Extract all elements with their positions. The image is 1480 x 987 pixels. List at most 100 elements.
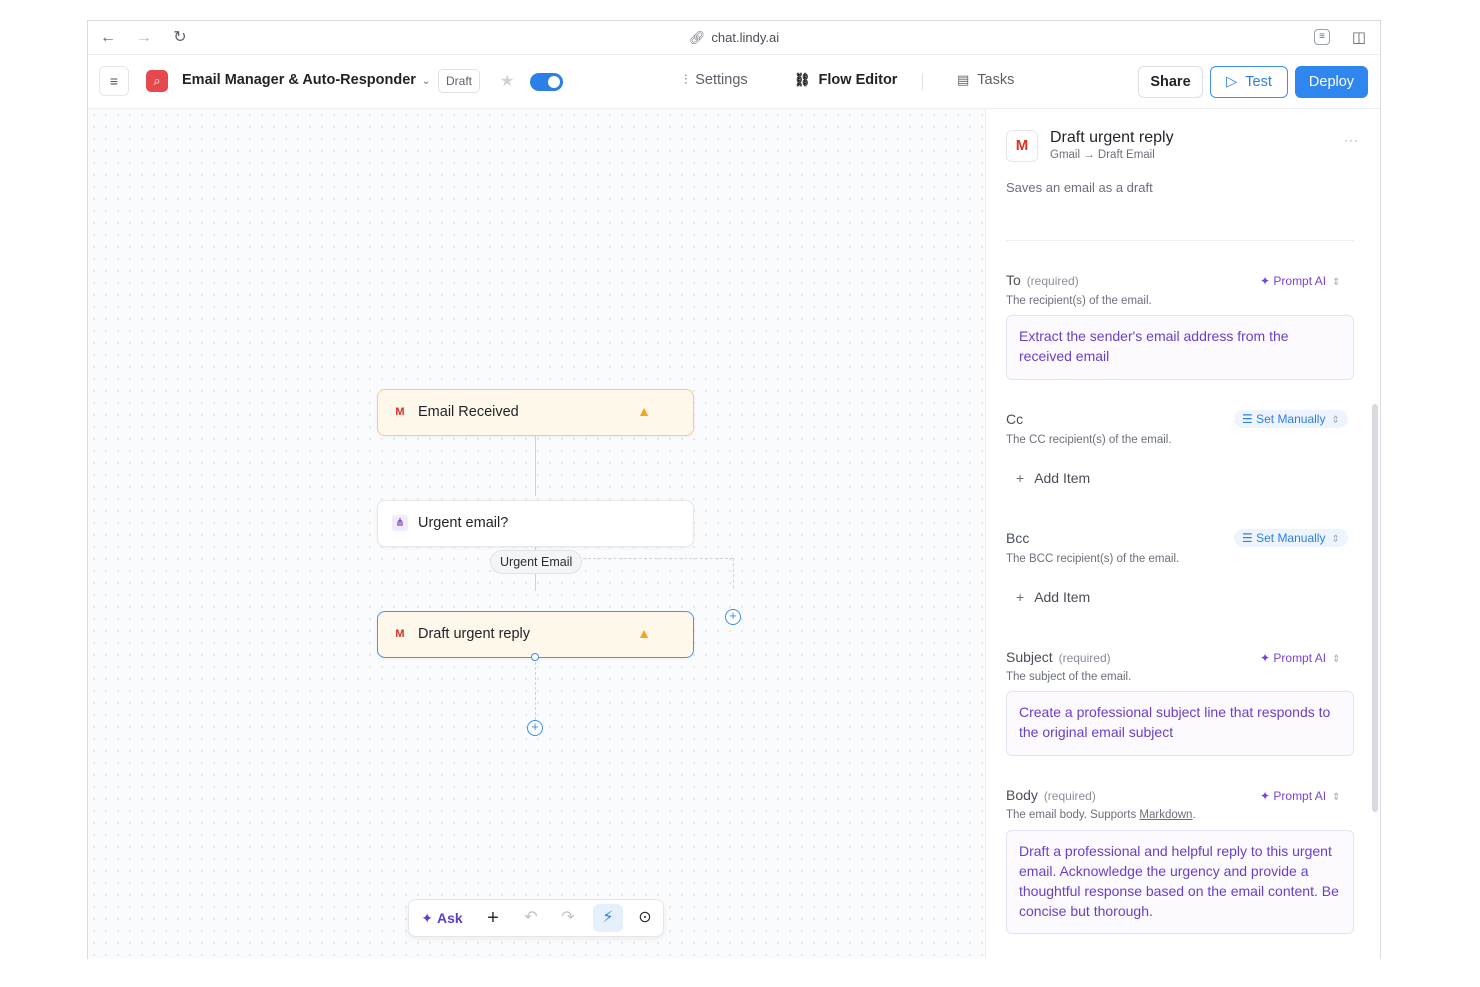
deploy-button[interactable]: Deploy bbox=[1295, 66, 1368, 98]
chevron-updown-icon: ⇕ bbox=[1332, 792, 1341, 803]
more-options-icon[interactable]: ··· bbox=[1344, 133, 1359, 147]
to-mode-selector[interactable]: ✦ Prompt AI ⇕ bbox=[1252, 272, 1348, 290]
address-bar[interactable]: 🔗︎ chat.lindy.ai bbox=[88, 30, 1380, 46]
body-field-label: Body (required) bbox=[1006, 787, 1096, 803]
focus-icon: ⊙ bbox=[638, 909, 652, 926]
mode-label: Prompt AI bbox=[1273, 651, 1327, 665]
auto-layout-button[interactable]: ⚡︎ bbox=[593, 904, 623, 932]
agent-name: Email Manager & Auto-Responder bbox=[182, 72, 416, 88]
list-icon: ☰ bbox=[1242, 531, 1257, 545]
tab-settings-label: Settings bbox=[695, 72, 748, 88]
flow-node-draft-urgent-reply[interactable]: M Draft urgent reply ▲ bbox=[377, 611, 694, 658]
hint-text: The email body. Supports bbox=[1006, 809, 1140, 821]
mode-label: Prompt AI bbox=[1273, 789, 1327, 803]
search-icon: ⌕ bbox=[153, 73, 161, 88]
subject-mode-selector[interactable]: ✦ Prompt AI ⇕ bbox=[1252, 649, 1348, 667]
chevron-updown-icon: ⇕ bbox=[1332, 277, 1341, 288]
cc-field-hint: The CC recipient(s) of the email. bbox=[1006, 434, 1172, 446]
bcc-field-label: Bcc bbox=[1006, 530, 1029, 546]
subject-prompt-input[interactable]: Create a professional subject line that … bbox=[1006, 691, 1354, 756]
label-text: Subject bbox=[1006, 649, 1053, 665]
redo-button[interactable]: ↷ bbox=[554, 904, 582, 932]
ask-ai-button[interactable]: ✦ Ask bbox=[417, 904, 467, 932]
sliders-icon: ⫶ bbox=[684, 72, 688, 87]
to-field-label: To (required) bbox=[1006, 272, 1079, 288]
required-marker: (required) bbox=[1058, 651, 1111, 665]
required-marker: (required) bbox=[1026, 274, 1079, 288]
plus-icon: + bbox=[1016, 589, 1025, 605]
hint-suffix: . bbox=[1192, 809, 1196, 821]
sparkle-icon: ✦ bbox=[1260, 274, 1274, 288]
output-port[interactable] bbox=[531, 653, 539, 661]
add-item-label: Add Item bbox=[1034, 589, 1091, 605]
cc-mode-selector[interactable]: ☰ Set Manually ⇕ bbox=[1234, 410, 1348, 428]
gmail-trigger-icon: M bbox=[395, 406, 405, 418]
sidebar-toggle-icon[interactable]: ◫ bbox=[1350, 29, 1368, 47]
node-label: Draft urgent reply bbox=[418, 626, 531, 642]
reader-mode-icon[interactable]: ≡ bbox=[1314, 29, 1330, 45]
plus-icon: + bbox=[487, 907, 499, 929]
tab-tasks[interactable]: ▤ Tasks bbox=[957, 72, 1014, 88]
fit-view-button[interactable]: ⊙ bbox=[631, 904, 659, 932]
body-mode-selector[interactable]: ✦ Prompt AI ⇕ bbox=[1252, 787, 1348, 805]
tab-divider bbox=[922, 73, 923, 91]
tab-settings[interactable]: ⫶ Settings bbox=[684, 72, 748, 88]
app-header: ≡ ⌕ Email Manager & Auto-Responder ⌄ Draf… bbox=[88, 55, 1380, 109]
test-button-label: Test bbox=[1245, 74, 1272, 90]
label-text: Body bbox=[1006, 787, 1038, 803]
tab-tasks-label: Tasks bbox=[977, 72, 1015, 88]
panel-scrollbar[interactable] bbox=[1372, 404, 1378, 812]
mode-label: Set Manually bbox=[1256, 412, 1326, 426]
url-text: chat.lindy.ai bbox=[711, 30, 780, 45]
markdown-link[interactable]: Markdown bbox=[1139, 809, 1192, 821]
flow-node-urgent-email[interactable]: ⋔ Urgent email? bbox=[377, 500, 694, 547]
node-label: Urgent email? bbox=[418, 515, 509, 531]
divider bbox=[1006, 240, 1354, 241]
browser-toolbar: ← → ↻ 🔗︎ chat.lindy.ai ≡ ◫ bbox=[88, 21, 1380, 55]
panel-subtitle: Gmail → Draft Email bbox=[1050, 149, 1155, 161]
body-field-hint: The email body. Supports Markdown. bbox=[1006, 809, 1196, 821]
star-icon[interactable]: ★ bbox=[500, 71, 514, 91]
chevron-updown-icon: ⇕ bbox=[1332, 654, 1341, 665]
undo-icon: ↶ bbox=[524, 909, 538, 926]
add-branch-step-button[interactable]: + bbox=[725, 609, 741, 625]
add-node-button[interactable]: + bbox=[479, 904, 507, 932]
test-button[interactable]: ▷ Test bbox=[1210, 66, 1288, 98]
flow-icon: ⛓︎ bbox=[794, 72, 811, 87]
agent-name-dropdown[interactable]: Email Manager & Auto-Responder ⌄ bbox=[182, 72, 430, 88]
flow-canvas[interactable]: M Email Received ▲ ⋔ Urgent email? Urgen… bbox=[88, 109, 985, 959]
connector-line bbox=[535, 662, 536, 720]
flow-node-email-received[interactable]: M Email Received ▲ bbox=[377, 389, 694, 436]
connector-line bbox=[535, 436, 536, 496]
add-step-button[interactable]: + bbox=[527, 720, 543, 736]
bcc-add-item-button[interactable]: + Add Item bbox=[1016, 589, 1090, 605]
to-prompt-input[interactable]: Extract the sender's email address from … bbox=[1006, 315, 1354, 380]
agent-enabled-toggle[interactable] bbox=[530, 73, 563, 91]
sparkle-icon: ✦ bbox=[421, 910, 434, 926]
condition-icon: ⋔ bbox=[392, 515, 408, 531]
cc-add-item-button[interactable]: + Add Item bbox=[1016, 470, 1090, 486]
warning-icon: ▲ bbox=[637, 403, 651, 419]
mode-label: Set Manually bbox=[1256, 531, 1326, 545]
sparkle-icon: ✦ bbox=[1260, 651, 1274, 665]
play-icon: ▷ bbox=[1226, 74, 1238, 90]
node-label: Email Received bbox=[418, 404, 519, 420]
panel-description: Saves an email as a draft bbox=[1006, 180, 1153, 195]
branch-label[interactable]: Urgent Email bbox=[490, 550, 583, 574]
bcc-mode-selector[interactable]: ☰ Set Manually ⇕ bbox=[1234, 529, 1348, 547]
branch-connector bbox=[733, 558, 734, 588]
status-badge: Draft bbox=[438, 69, 481, 93]
undo-button[interactable]: ↶ bbox=[517, 904, 545, 932]
list-icon: ☰ bbox=[1242, 412, 1257, 426]
node-config-panel: M Draft urgent reply Gmail → Draft Email… bbox=[985, 109, 1380, 959]
share-button[interactable]: Share bbox=[1138, 66, 1203, 98]
label-text: Cc bbox=[1006, 411, 1024, 427]
chevron-down-icon: ⌄ bbox=[421, 76, 431, 87]
panel-title: Draft urgent reply bbox=[1050, 129, 1174, 146]
tab-flow-editor[interactable]: ⛓︎ Flow Editor bbox=[794, 72, 897, 88]
label-text: Bcc bbox=[1006, 530, 1030, 546]
redo-icon: ↷ bbox=[561, 909, 575, 926]
menu-button[interactable]: ≡ bbox=[99, 66, 129, 96]
ask-label: Ask bbox=[437, 910, 463, 926]
body-prompt-input[interactable]: Draft a professional and helpful reply t… bbox=[1006, 830, 1354, 934]
